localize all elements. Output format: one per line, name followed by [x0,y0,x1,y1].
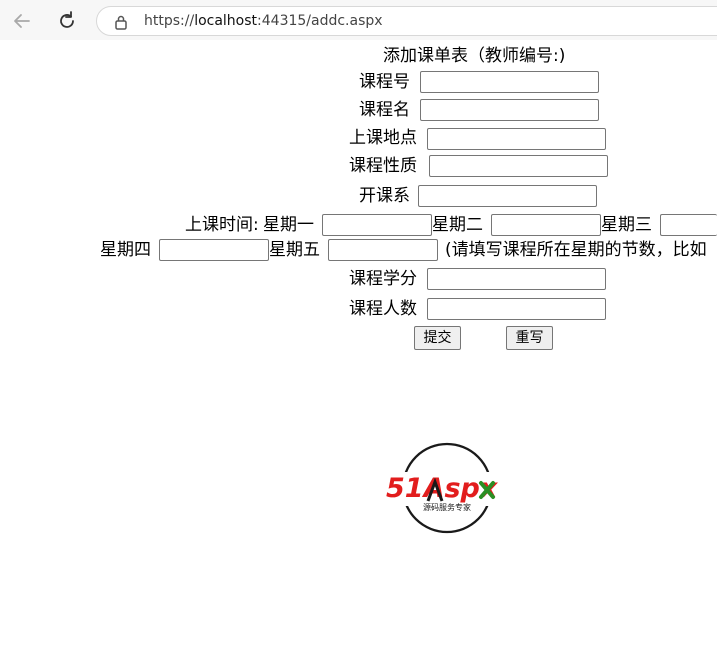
class-time-label: 上课时间: [185,215,259,235]
capacity-field[interactable] [427,298,606,320]
monday-label: 星期一 [263,215,314,235]
department-label: 开课系 [359,186,410,206]
site-logo: 51Aspx 源码服务专家 [386,441,512,535]
thursday-field[interactable] [159,239,269,261]
course-type-field[interactable] [429,155,608,177]
submit-button[interactable]: 提交 [414,326,461,350]
wednesday-label: 星期三 [601,215,652,235]
course-type-label: 课程性质 [349,156,417,176]
monday-field[interactable] [322,214,432,236]
thursday-label: 星期四 [100,240,151,260]
classroom-label: 上课地点 [349,128,417,148]
reset-button[interactable]: 重写 [506,326,553,350]
classroom-field[interactable] [427,128,606,150]
lock-icon [114,14,128,30]
friday-label: 星期五 [269,240,320,260]
url-text[interactable]: https://localhost:44315/addc.aspx [144,13,383,29]
course-number-field[interactable] [420,71,599,93]
course-name-label: 课程名 [359,100,410,120]
browser-toolbar: https://localhost:44315/addc.aspx [0,0,717,41]
wednesday-field[interactable] [660,214,717,236]
time-hint: (请填写课程所在星期的节数，比如 [445,240,707,260]
tuesday-label: 星期二 [432,215,483,235]
logo-subtitle: 源码服务专家 [423,502,471,512]
department-field[interactable] [418,185,597,207]
course-name-field[interactable] [420,99,599,121]
form-title: 添加课单表（教师编号:) [383,46,566,66]
page-content: 添加课单表（教师编号:) 课程号 课程名 上课地点 课程性质 开课系 上课时间:… [0,40,717,660]
address-bar[interactable]: https://localhost:44315/addc.aspx [96,6,717,36]
capacity-label: 课程人数 [349,299,417,319]
tuesday-field[interactable] [491,214,601,236]
reload-icon[interactable] [54,8,80,34]
friday-field[interactable] [328,239,438,261]
credit-field[interactable] [427,268,606,290]
course-number-label: 课程号 [359,72,410,92]
back-arrow-icon[interactable] [9,8,35,34]
credit-label: 课程学分 [349,269,417,289]
